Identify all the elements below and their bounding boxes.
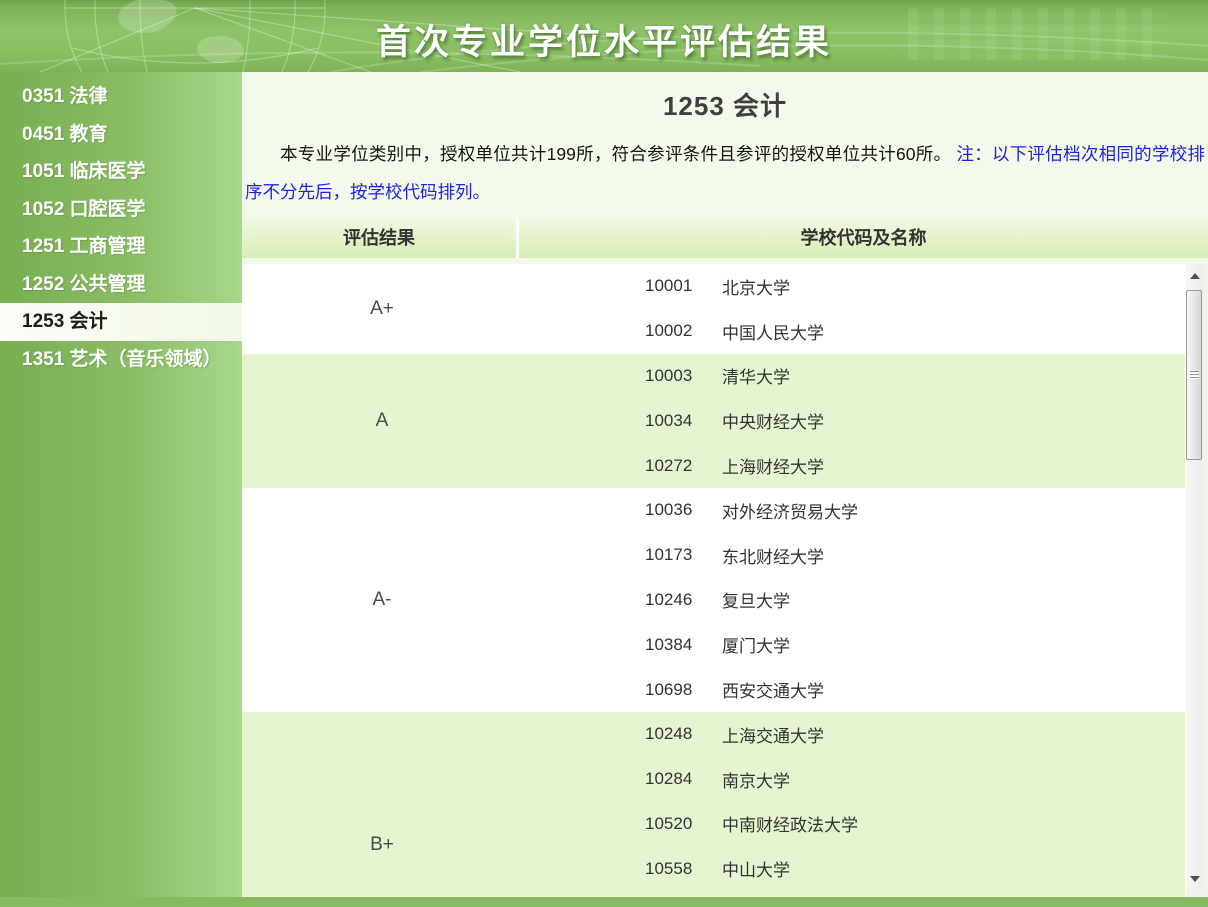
page: 首次专业学位水平评估结果 0351 法律 0451 教育 1051 临床医学 1052… <box>0 0 1208 907</box>
column-header-grade: 评估结果 <box>242 218 519 258</box>
section-title: 1253 会计 <box>662 91 788 121</box>
school-name: 上海交通大学 <box>722 726 824 746</box>
school-rows: 10248 上海交通大学 10284 南京大学 10520 中南财经政法大学 10558 中山… <box>522 712 1185 897</box>
school-row: 10558 中山大学 <box>522 846 1185 891</box>
arrow-up-icon <box>1189 272 1200 279</box>
sidebar-item-1253[interactable]: 1253 会计 <box>0 303 242 341</box>
school-rows: 10003 清华大学 10034 中央财经大学 10272 上海财经大学 <box>522 354 1185 488</box>
school-code: 10003 <box>645 365 693 385</box>
school-row: 10173 东北财经大学 <box>522 533 1185 578</box>
grade-group-A: A 10003 清华大学 10034 中央财经大学 10272 上海财经大学 <box>242 353 1185 488</box>
school-rows: 10001 北京大学 10002 中国人民大学 <box>522 264 1185 354</box>
school-name: 中国人民大学 <box>722 323 824 343</box>
school-row: 10284 南京大学 <box>522 757 1185 802</box>
school-name: 对外经济贸易大学 <box>722 502 858 522</box>
school-row: 10248 上海交通大学 <box>522 712 1185 757</box>
school-rows: 10036 对外经济贸易大学 10173 东北财经大学 10246 复旦大学 10384 厦门… <box>522 488 1185 712</box>
school-code: 10272 <box>645 455 693 475</box>
table-scrollbar[interactable] <box>1186 264 1203 890</box>
table-header: 评估结果 学校代码及名称 <box>242 218 1208 258</box>
school-row: 10698 西安交通大学 <box>522 667 1185 712</box>
school-code: 10001 <box>645 276 693 296</box>
school-name: 西安交通大学 <box>722 682 824 702</box>
grade-group-A-: A- 10036 对外经济贸易大学 10173 东北财经大学 10246 复旦大学 10384… <box>242 487 1185 712</box>
sidebar-item-1252[interactable]: 1252 公共管理 <box>0 266 242 304</box>
school-name: 清华大学 <box>722 368 790 388</box>
sidebar-item-1251[interactable]: 1251 工商管理 <box>0 228 242 266</box>
school-code: 10520 <box>645 813 693 833</box>
school-name: 中南财经政法大学 <box>722 816 858 836</box>
school-code: 10246 <box>645 589 693 609</box>
school-name: 东北财经大学 <box>722 547 824 567</box>
table-body-viewport: A+ 10001 北京大学 10002 中国人民大学 A 10003 清华大学 10034 中央财… <box>242 264 1208 897</box>
page-title: 首次专业学位水平评估结果 <box>375 23 832 62</box>
grade-group-A+: A+ 10001 北京大学 10002 中国人民大学 <box>242 264 1185 354</box>
grade-label: A+ <box>370 297 394 319</box>
grade-group-B+: B+ 10248 上海交通大学 10284 南京大学 10520 中南财经政法大学 10558… <box>242 711 1185 897</box>
school-name: 复旦大学 <box>722 592 790 612</box>
school-code: 10384 <box>645 634 693 654</box>
column-header-school: 学校代码及名称 <box>800 228 927 248</box>
scrollbar-up-button[interactable] <box>1186 266 1203 285</box>
school-row: 10384 厦门大学 <box>522 622 1185 667</box>
main-content: 1253 会计 本专业学位类别中，授权单位共计199所，符合参评条件且参评的授权… <box>242 72 1208 897</box>
school-code: 10173 <box>645 545 693 565</box>
school-name: 上海财经大学 <box>722 458 824 478</box>
school-row: 10001 北京大学 <box>522 264 1185 309</box>
school-row: 10034 中央财经大学 <box>522 398 1185 443</box>
sidebar-item-1351[interactable]: 1351 艺术（音乐领域） <box>0 341 242 379</box>
layout-card: 0351 法律 0451 教育 1051 临床医学 1052 口腔医学 1251 工商管… <box>0 72 1208 897</box>
grade-label: A- <box>372 588 392 610</box>
school-name: 中山大学 <box>722 861 790 881</box>
school-code: 10002 <box>645 321 693 341</box>
school-name: 中央财经大学 <box>722 413 824 433</box>
grade-label: B+ <box>370 833 394 855</box>
school-row: 10520 中南财经政法大学 <box>522 802 1185 847</box>
intro-text: 本专业学位类别中，授权单位共计199所，符合参评条件且参评的授权单位共计60所。 <box>280 144 957 164</box>
intro-paragraph: 本专业学位类别中，授权单位共计199所，符合参评条件且参评的授权单位共计60所。… <box>242 135 1208 211</box>
school-row: 10246 复旦大学 <box>522 578 1185 623</box>
school-code: 10698 <box>645 679 693 699</box>
grade-label: A <box>375 409 389 431</box>
sidebar: 0351 法律 0451 教育 1051 临床医学 1052 口腔医学 1251 工商管… <box>0 72 242 897</box>
scrollbar-down-button[interactable] <box>1186 869 1203 888</box>
arrow-down-icon <box>1189 875 1200 882</box>
school-code: 10284 <box>645 769 693 789</box>
school-row: 10036 对外经济贸易大学 <box>522 488 1185 533</box>
scrollbar-grip-icon <box>1189 371 1199 379</box>
school-code: 10248 <box>645 724 693 744</box>
page-banner: 首次专业学位水平评估结果 <box>0 0 1208 72</box>
scrollbar-thumb[interactable] <box>1186 290 1202 460</box>
table-body: A+ 10001 北京大学 10002 中国人民大学 A 10003 清华大学 10034 中央财… <box>242 264 1185 897</box>
school-row: 10003 清华大学 <box>522 354 1185 399</box>
school-name: 厦门大学 <box>722 637 790 657</box>
school-row: 10002 中国人民大学 <box>522 309 1185 354</box>
school-code: 10558 <box>645 858 693 878</box>
school-name: 南京大学 <box>722 771 790 791</box>
school-code: 10036 <box>645 500 693 520</box>
school-row: 10272 上海财经大学 <box>522 443 1185 488</box>
sidebar-menu: 0351 法律 0451 教育 1051 临床医学 1052 口腔医学 1251 工商管… <box>0 72 242 378</box>
school-code: 10034 <box>645 410 693 430</box>
sidebar-item-0351[interactable]: 0351 法律 <box>0 78 242 116</box>
sidebar-item-1052[interactable]: 1052 口腔医学 <box>0 191 242 229</box>
school-name: 北京大学 <box>722 278 790 298</box>
sidebar-item-0451[interactable]: 0451 教育 <box>0 116 242 154</box>
sidebar-item-1051[interactable]: 1051 临床医学 <box>0 153 242 191</box>
